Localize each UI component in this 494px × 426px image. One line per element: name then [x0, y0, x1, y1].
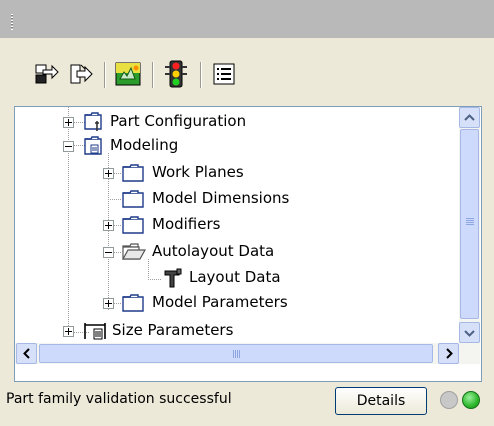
import-button[interactable] [30, 58, 62, 90]
status-bar: Part family validation successful Detail… [0, 384, 494, 426]
chevron-down-icon [464, 329, 475, 337]
tree-item-label: Model Dimensions [152, 189, 290, 207]
tree-item-label: Layout Data [189, 268, 281, 286]
vertical-scrollbar[interactable] [459, 107, 480, 343]
tree-item-label: Autolayout Data [152, 242, 275, 260]
tree-item-size-parameters[interactable]: Size Parameters [15, 319, 459, 343]
tree-item-work-planes[interactable]: Work Planes [15, 161, 459, 185]
title-bar[interactable] [0, 0, 494, 38]
chevron-left-icon [22, 348, 30, 359]
expand-icon[interactable] [103, 298, 114, 309]
chevron-right-icon [445, 348, 453, 359]
scroll-right-button[interactable] [438, 343, 459, 364]
tree-view: Part Configuration Modeling Work Planes … [14, 106, 482, 382]
tree-item-model-parameters[interactable]: Model Parameters [15, 291, 459, 315]
scroll-up-button[interactable] [459, 107, 480, 128]
details-button[interactable]: Details [335, 387, 427, 415]
tree-item-modifiers[interactable]: Modifiers [15, 213, 459, 237]
arrows-import-icon [35, 64, 59, 84]
tree-item-model-dimensions[interactable]: Model Dimensions [15, 187, 459, 211]
folder-icon [122, 294, 144, 312]
tree-item-label: Modifiers [152, 215, 221, 233]
tree-item-part-configuration[interactable]: Part Configuration [15, 110, 459, 134]
tree-item-layout-data[interactable]: Layout Data [15, 266, 459, 290]
collapse-icon[interactable] [103, 247, 114, 258]
vertical-scroll-thumb[interactable] [460, 129, 479, 319]
traffic-light-button[interactable] [160, 58, 192, 90]
tree-item-label: Part Configuration [110, 112, 247, 130]
horizontal-scroll-thumb[interactable] [39, 344, 433, 363]
size-parameters-icon [84, 323, 106, 340]
drag-grip-icon[interactable] [11, 14, 13, 30]
traffic-light-icon [165, 60, 187, 88]
tree-item-label: Modeling [110, 136, 179, 154]
status-indicator-green-icon [462, 391, 480, 409]
open-folder-icon [122, 243, 146, 260]
expand-icon[interactable] [63, 117, 74, 128]
modeling-folder-icon [84, 136, 102, 155]
status-indicator-grey-icon [440, 391, 458, 409]
list-button[interactable] [208, 58, 240, 90]
layout-data-icon [164, 268, 182, 288]
folder-icon [122, 216, 144, 234]
validate-button[interactable] [112, 58, 144, 90]
tree-item-autolayout-data[interactable]: Autolayout Data [15, 240, 459, 264]
expand-icon[interactable] [63, 326, 74, 337]
folder-icon [122, 190, 144, 208]
window: Part Configuration Modeling Work Planes … [0, 0, 494, 426]
expand-icon[interactable] [103, 220, 114, 231]
folder-icon [122, 164, 144, 182]
tree-item-label: Model Parameters [152, 293, 288, 311]
arrows-export-icon [70, 64, 93, 84]
chevron-up-icon [464, 113, 475, 121]
scroll-left-button[interactable] [16, 343, 37, 364]
tree-item-label: Size Parameters [112, 321, 234, 339]
horizontal-scrollbar[interactable] [15, 343, 480, 364]
export-button[interactable] [66, 58, 98, 90]
toolbar [30, 58, 290, 94]
tree-item-label: Work Planes [152, 163, 244, 181]
expand-icon[interactable] [103, 168, 114, 179]
tree-content: Part Configuration Modeling Work Planes … [15, 107, 459, 343]
tree-item-modeling[interactable]: Modeling [15, 134, 459, 158]
config-folder-icon [84, 112, 102, 131]
collapse-icon[interactable] [63, 141, 74, 152]
list-icon [213, 63, 235, 85]
scroll-down-button[interactable] [459, 322, 480, 343]
landscape-icon [115, 62, 141, 86]
status-message: Part family validation successful [6, 391, 232, 407]
